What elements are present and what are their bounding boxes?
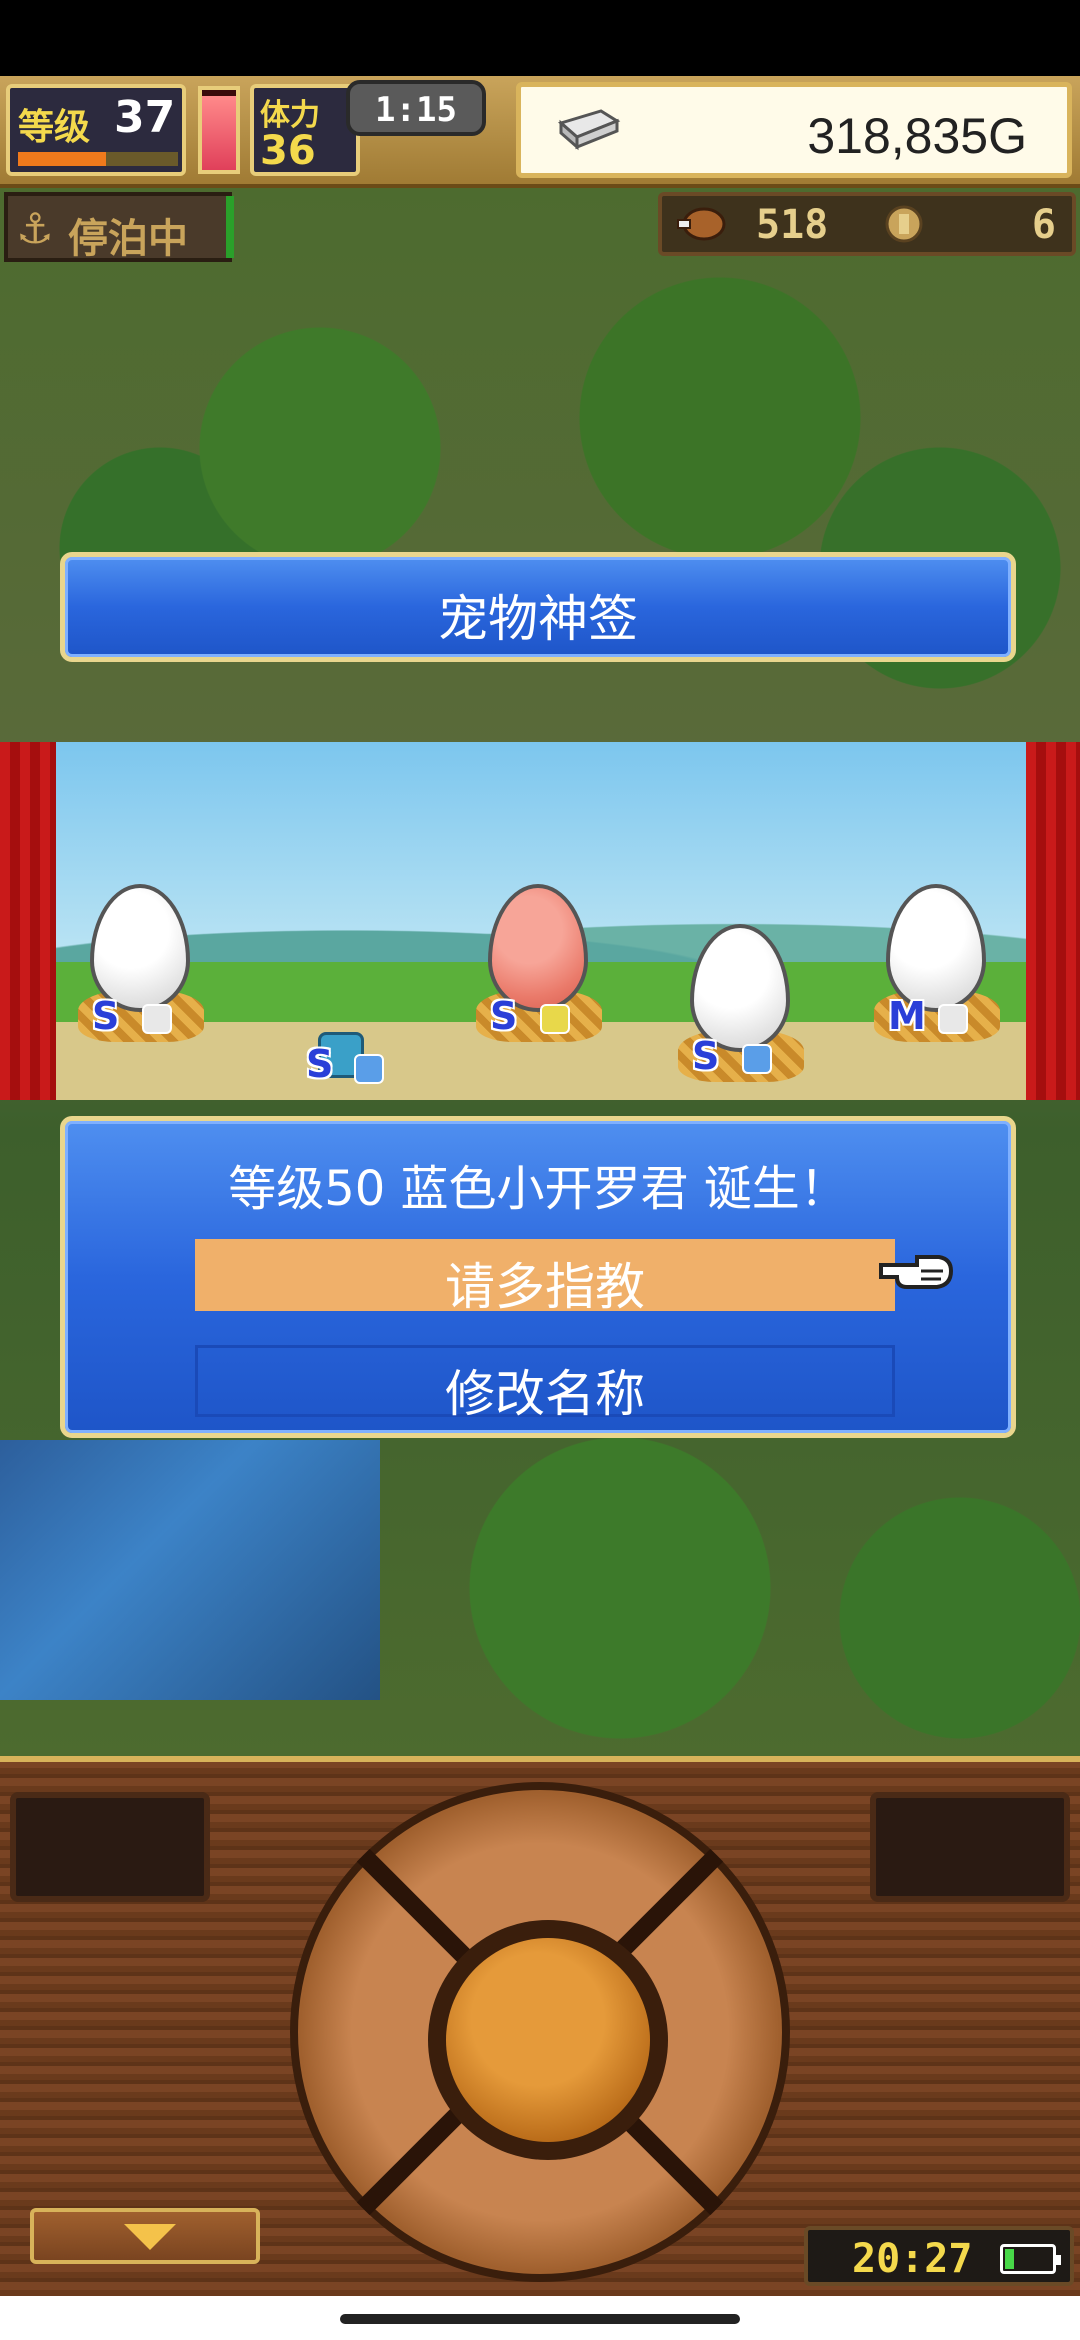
battery-tip bbox=[1056, 2255, 1061, 2265]
silver-bar-icon bbox=[557, 109, 621, 151]
docked-indicator-bar bbox=[226, 196, 234, 258]
egg-rank: S bbox=[92, 994, 120, 1038]
status-bar-background bbox=[0, 0, 1080, 76]
hp-gauge-fill bbox=[202, 96, 236, 170]
element-icon bbox=[540, 1004, 570, 1034]
exp-bar-fill bbox=[18, 152, 106, 166]
directional-pad[interactable] bbox=[290, 1782, 790, 2282]
element-icon bbox=[938, 1004, 968, 1034]
chevron-down-icon bbox=[124, 2224, 176, 2250]
clock-value: 20:27 bbox=[852, 2236, 973, 2282]
action-button[interactable] bbox=[446, 1938, 650, 2142]
hud-bar: 等级 37 体力 36 1:15 318,835G bbox=[0, 76, 1080, 188]
element-icon bbox=[142, 1004, 172, 1034]
left-slot[interactable] bbox=[10, 1792, 210, 1902]
egg-slot-4[interactable]: M bbox=[872, 842, 1002, 1042]
resource-panel: 518 6 bbox=[658, 192, 1076, 256]
pointer-hand-icon bbox=[879, 1255, 954, 1289]
curtain-left bbox=[0, 742, 56, 1100]
docked-status[interactable]: ⚓ 停泊中 bbox=[4, 192, 232, 262]
coin-count: 6 bbox=[1031, 202, 1056, 248]
egg-slot-3[interactable]: S bbox=[676, 882, 806, 1082]
level-panel: 等级 37 bbox=[6, 84, 186, 176]
coin-icon bbox=[885, 205, 923, 243]
egg bbox=[886, 884, 986, 1012]
confirm-option[interactable]: 请多指教 bbox=[195, 1239, 895, 1316]
egg-stage: S S S M S bbox=[0, 742, 1080, 1100]
home-indicator[interactable] bbox=[340, 2314, 740, 2324]
money-panel: 318,835G bbox=[516, 82, 1072, 178]
curtain-right bbox=[1026, 742, 1080, 1100]
right-slot[interactable] bbox=[870, 1792, 1070, 1902]
egg-rank: M bbox=[888, 994, 926, 1038]
clock-panel: 20:27 bbox=[804, 2226, 1074, 2286]
egg bbox=[690, 924, 790, 1052]
egg bbox=[488, 884, 588, 1012]
hp-gauge bbox=[198, 86, 240, 174]
menu-toggle-button[interactable] bbox=[30, 2208, 260, 2264]
confirm-option-label: 请多指教 bbox=[445, 1258, 645, 1316]
timer-panel: 1:15 bbox=[346, 80, 486, 136]
exp-bar bbox=[18, 152, 178, 166]
timer-value: 1:15 bbox=[375, 90, 457, 130]
battery-level bbox=[1005, 2249, 1014, 2269]
level-value: 37 bbox=[114, 92, 176, 143]
pet-rank: S bbox=[306, 1042, 334, 1086]
hatch-dialog: 等级50 蓝色小开罗君 诞生！ 请多指教 修改名称 bbox=[60, 1116, 1016, 1438]
page-title: 宠物神签 bbox=[438, 590, 638, 648]
docked-label: 停泊中 bbox=[68, 216, 188, 262]
dialog-message: 等级50 蓝色小开罗君 诞生！ bbox=[228, 1161, 848, 1217]
stamina-panel: 体力 36 bbox=[250, 84, 360, 176]
money-value: 318,835G bbox=[807, 108, 1027, 164]
water-tiles bbox=[0, 1440, 380, 1700]
rename-option[interactable]: 修改名称 bbox=[195, 1345, 895, 1423]
egg-slot-1[interactable]: S bbox=[76, 842, 206, 1042]
stamina-value: 36 bbox=[260, 128, 316, 174]
control-panel: 20:27 bbox=[0, 1756, 1080, 2296]
egg-rank: S bbox=[490, 994, 518, 1038]
pet-element-icon bbox=[354, 1054, 384, 1084]
egg bbox=[90, 884, 190, 1012]
egg-rank: S bbox=[692, 1034, 720, 1078]
meat-count: 518 bbox=[756, 202, 829, 248]
egg-slot-2[interactable]: S bbox=[474, 842, 604, 1042]
level-label: 等级 bbox=[18, 107, 91, 148]
title-banner: 宠物神签 bbox=[60, 552, 1016, 662]
battery-icon bbox=[1000, 2244, 1061, 2274]
element-icon bbox=[742, 1044, 772, 1074]
anchor-icon: ⚓ bbox=[16, 204, 54, 253]
rename-option-label: 修改名称 bbox=[445, 1365, 645, 1423]
meat-icon bbox=[677, 207, 726, 241]
